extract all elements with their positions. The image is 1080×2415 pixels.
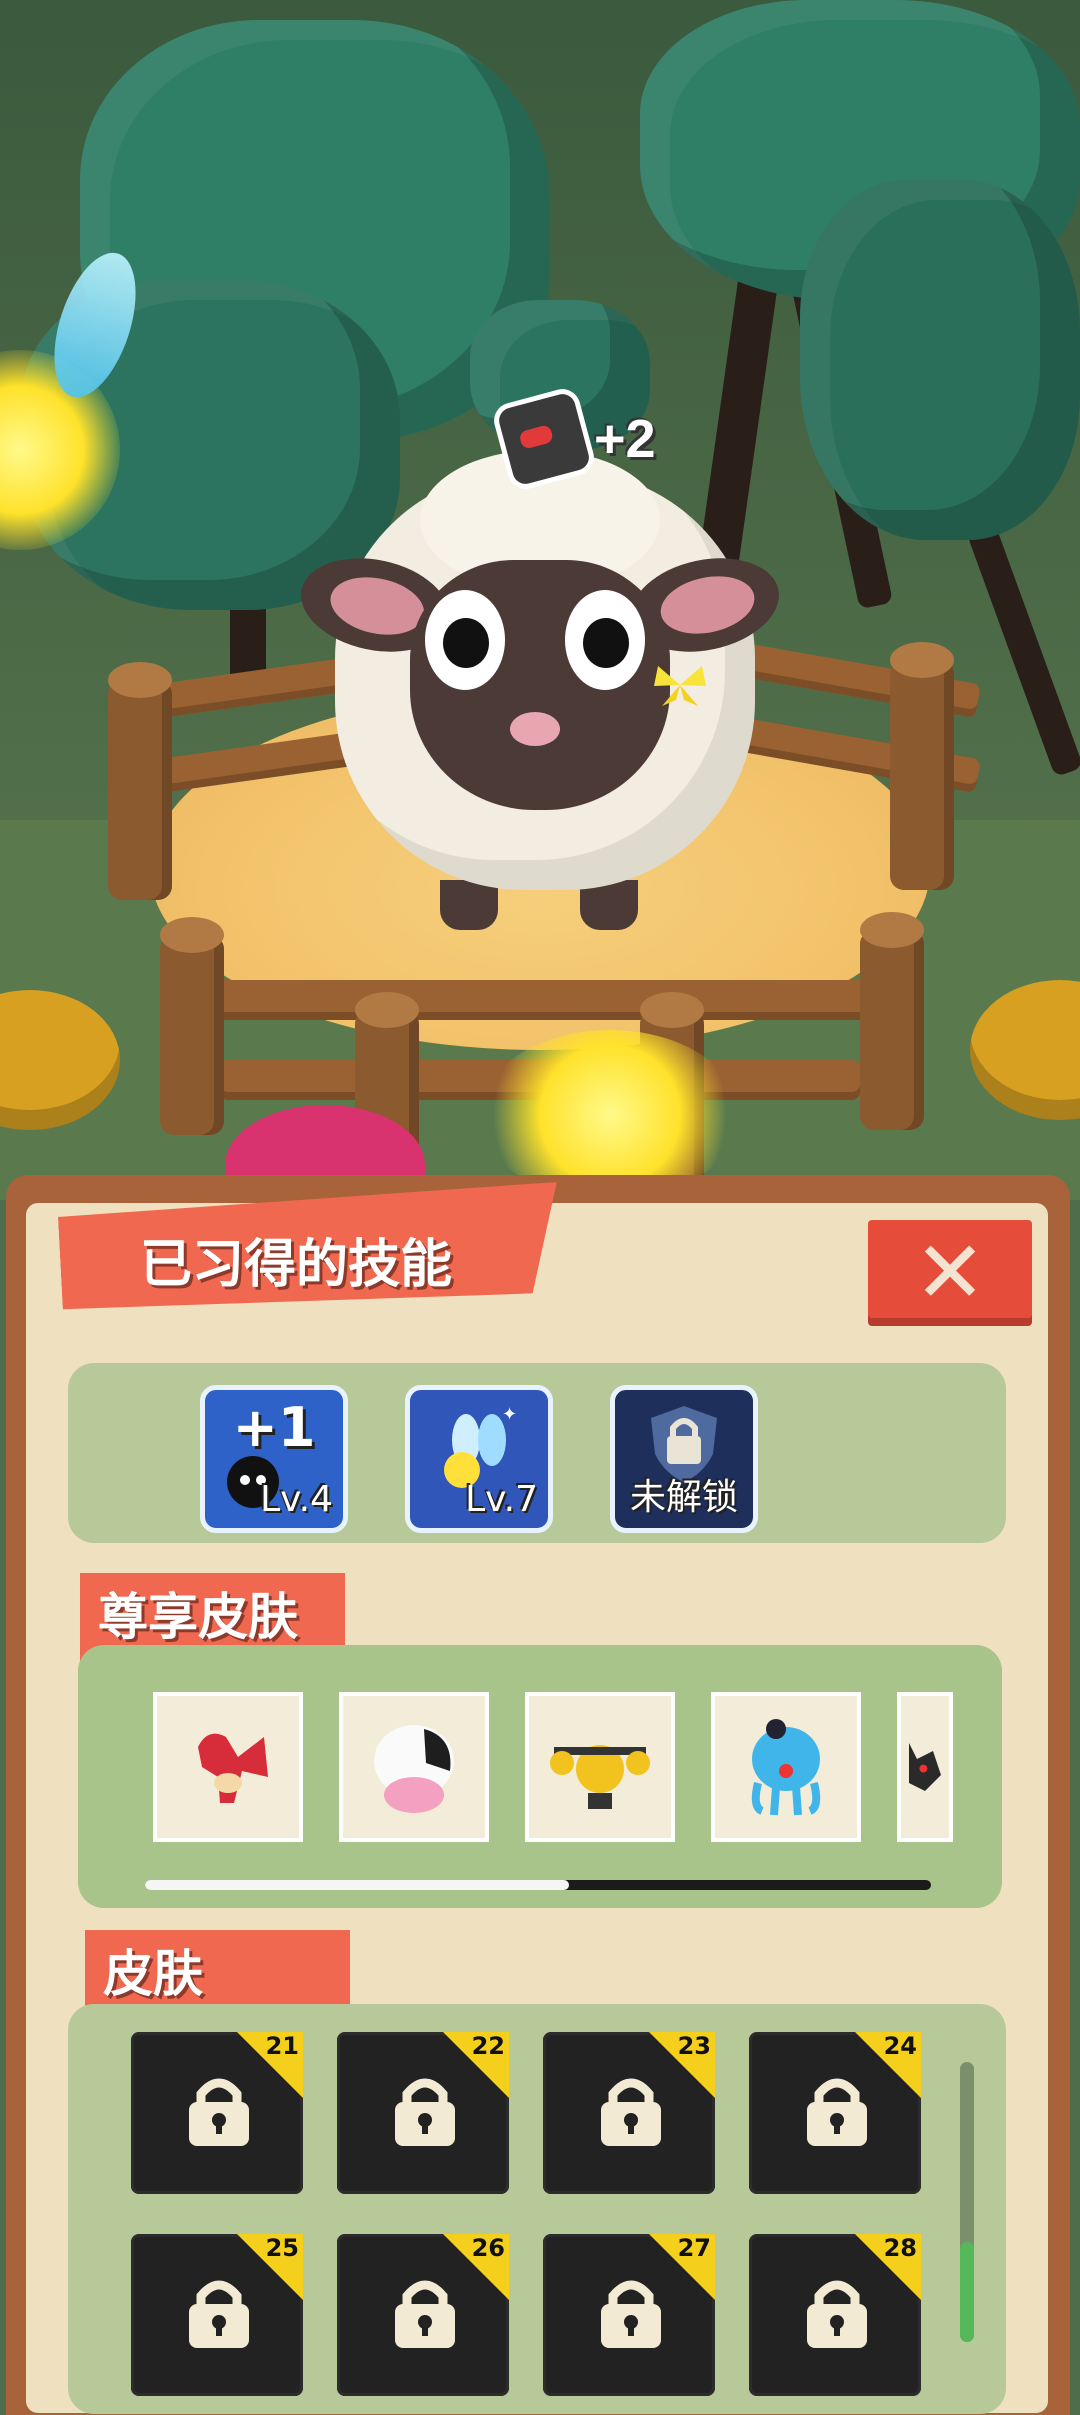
- panel-title: 已习得的技能: [140, 1235, 453, 1295]
- scrollbar-thumb[interactable]: [145, 1880, 570, 1890]
- bonus-value: +2: [594, 409, 656, 469]
- skin-number: 24: [883, 2032, 917, 2060]
- skull-bomb-icon: [490, 385, 598, 493]
- skill-sparkle-wings[interactable]: ✦ Lv.7: [405, 1385, 553, 1533]
- skin-card[interactable]: 23: [543, 2032, 715, 2194]
- skin-number: 23: [677, 2032, 711, 2060]
- sheep-nose: [510, 712, 560, 746]
- fence-post: [860, 912, 924, 1130]
- lock-icon: [189, 2078, 249, 2146]
- skill-level: Lv.7: [465, 1479, 538, 1520]
- skin-number: 22: [471, 2032, 505, 2060]
- tree-trunk: [966, 522, 1080, 778]
- skill-locked-label: 未解锁: [629, 1477, 738, 1518]
- lock-icon: [601, 2280, 661, 2348]
- skill-locked[interactable]: 未解锁: [610, 1385, 758, 1533]
- lock-icon: [807, 2078, 867, 2146]
- sheep-eye: [425, 590, 505, 690]
- premium-skin-cow[interactable]: [339, 1692, 489, 1842]
- skin-card[interactable]: 26: [337, 2234, 509, 2396]
- lock-icon: [189, 2280, 249, 2348]
- skin-number: 21: [265, 2032, 299, 2060]
- skill-bomb-plus-one[interactable]: +1 Lv.4: [200, 1385, 348, 1533]
- fence-post: [108, 662, 172, 900]
- close-icon: ✕: [913, 1223, 987, 1323]
- game-scene: +2: [0, 0, 1080, 1200]
- lock-icon: [807, 2280, 867, 2348]
- close-button[interactable]: ✕: [868, 1220, 1032, 1326]
- skin-card[interactable]: 27: [543, 2234, 715, 2396]
- lock-icon: [601, 2078, 661, 2146]
- sheep-eye: [565, 590, 645, 690]
- skill-level: Lv.4: [260, 1479, 333, 1520]
- fence-post: [160, 917, 224, 1135]
- scrollbar-thumb[interactable]: [960, 2242, 974, 2342]
- premium-skin-cat[interactable]: [897, 1692, 953, 1842]
- yellow-drone-icon: [550, 1745, 650, 1809]
- sheep-leg: [440, 880, 498, 930]
- blue-jellyfish-icon: [751, 1719, 821, 1816]
- skins-vertical-scrollbar[interactable]: [960, 2062, 974, 2342]
- fence-rail: [160, 980, 920, 1020]
- skin-number: 27: [677, 2234, 711, 2262]
- butterfly-icon: [654, 666, 706, 706]
- black-cat-icon: [909, 1743, 941, 1791]
- bonus-indicator: +2: [490, 385, 656, 493]
- skin-card[interactable]: 25: [131, 2234, 303, 2396]
- skin-card[interactable]: 24: [749, 2032, 921, 2194]
- tree-canopy: [800, 180, 1080, 540]
- fence-post: [890, 642, 954, 890]
- premium-skin-drone[interactable]: [525, 1692, 675, 1842]
- red-dragon-icon: [198, 1733, 268, 1803]
- skin-card[interactable]: 21: [131, 2032, 303, 2194]
- skin-number: 28: [883, 2234, 917, 2262]
- premium-skin-dragon[interactable]: [153, 1692, 303, 1842]
- premium-skin-jellyfish[interactable]: [711, 1692, 861, 1842]
- skin-number: 26: [471, 2234, 505, 2262]
- skin-card[interactable]: 28: [749, 2234, 921, 2396]
- svg-text:✦: ✦: [502, 1404, 517, 1425]
- skin-card[interactable]: 22: [337, 2032, 509, 2194]
- premium-skins-scrollbar[interactable]: [145, 1880, 931, 1890]
- lock-icon: [395, 2078, 455, 2146]
- cow-icon: [374, 1725, 454, 1813]
- skin-number: 25: [265, 2234, 299, 2262]
- lock-icon: [395, 2280, 455, 2348]
